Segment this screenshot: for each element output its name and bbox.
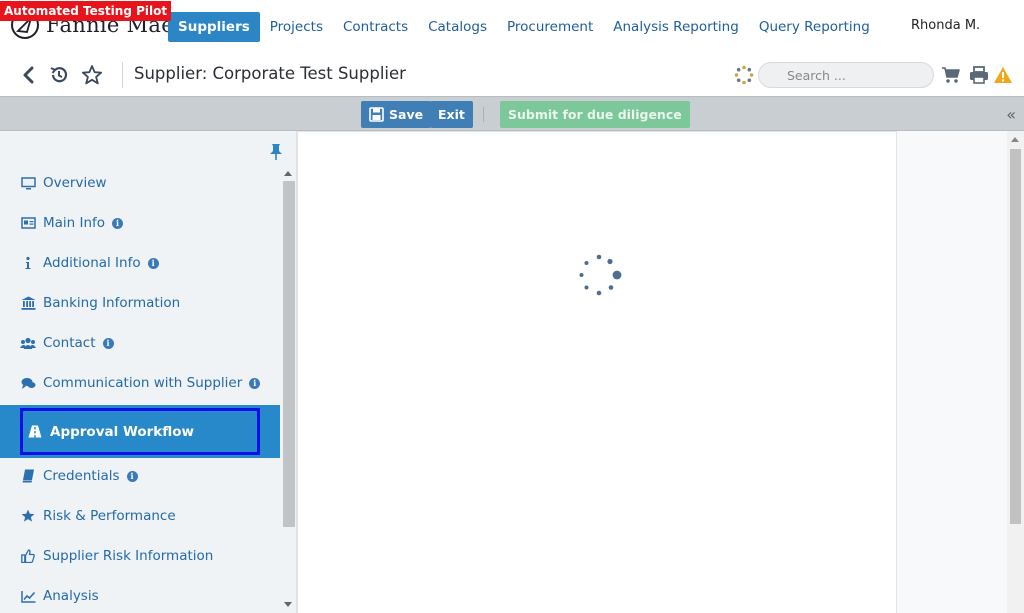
collapse-panel-button[interactable]: «	[1006, 105, 1016, 124]
sidebar-item-label: Analysis	[43, 588, 99, 604]
sidebar-item-credentials[interactable]: Credentials i	[0, 456, 280, 496]
main-content-panel	[297, 131, 897, 613]
history-icon[interactable]	[47, 63, 71, 87]
star-icon[interactable]	[80, 63, 104, 87]
save-icon	[369, 107, 384, 122]
bank-icon	[20, 295, 36, 311]
info-icon[interactable]: i	[112, 217, 124, 229]
sidebar-item-risk-performance[interactable]: Risk & Performance	[0, 496, 280, 536]
sidebar-item-label: Risk & Performance	[43, 508, 176, 524]
sidebar-item-label: Banking Information	[43, 295, 181, 311]
active-item-highlight: Approval Workflow	[20, 408, 260, 455]
info-letter-icon	[20, 255, 36, 271]
header-divider	[122, 62, 123, 88]
scroll-up-arrow[interactable]	[284, 171, 292, 176]
main-scroll-thumb[interactable]	[1010, 149, 1021, 524]
submit-due-diligence-button[interactable]: Submit for due diligence	[500, 101, 690, 128]
chat-icon	[20, 375, 36, 391]
sidebar-item-label: Additional Info	[43, 255, 141, 271]
right-side-panel	[897, 131, 1007, 613]
top-navigation: Automated Testing Pilot Fannie Mae™ Supp…	[0, 0, 1024, 54]
section-sidebar: Overview Main Info i Additional Info i B…	[0, 131, 297, 613]
tab-suppliers[interactable]: Suppliers	[168, 12, 260, 42]
sidebar-item-main-info[interactable]: Main Info i	[0, 203, 280, 243]
testing-badge: Automated Testing Pilot	[0, 1, 172, 21]
exit-button[interactable]: Exit	[430, 101, 473, 128]
id-card-icon	[20, 215, 36, 231]
scroll-down-arrow[interactable]	[284, 602, 292, 607]
loading-spinner-icon	[579, 254, 622, 296]
tab-contracts[interactable]: Contracts	[333, 12, 418, 42]
save-button[interactable]: Save	[361, 101, 432, 128]
nav-tabs: Suppliers Projects Contracts Catalogs Pr…	[168, 12, 880, 42]
page-title: Supplier: Corporate Test Supplier	[134, 64, 406, 83]
sidebar-scrollbar[interactable]	[282, 167, 296, 613]
road-icon	[27, 424, 43, 440]
info-icon[interactable]: i	[147, 257, 159, 269]
info-icon[interactable]: i	[102, 337, 114, 349]
info-icon[interactable]: i	[249, 377, 261, 389]
search-box[interactable]	[758, 62, 934, 88]
sidebar-item-label: Main Info	[43, 215, 106, 231]
sidebar-item-label: Overview	[43, 175, 107, 191]
sidebar-scroll-thumb[interactable]	[283, 181, 295, 527]
sidebar-item-label: Credentials	[43, 468, 120, 484]
tab-catalogs[interactable]: Catalogs	[418, 12, 497, 42]
print-icon[interactable]	[967, 63, 991, 87]
users-icon	[20, 335, 36, 351]
tab-procurement[interactable]: Procurement	[497, 12, 603, 42]
sidebar-item-label: Supplier Risk Information	[43, 548, 214, 564]
toolbar-divider	[483, 107, 484, 122]
sidebar-item-label: Contact	[43, 335, 96, 351]
sidebar-item-contact[interactable]: Contact i	[0, 323, 280, 363]
main-scrollbar[interactable]	[1007, 131, 1024, 613]
book-icon	[20, 468, 36, 484]
sidebar-item-label: Communication with Supplier	[43, 375, 243, 391]
page-header: Supplier: Corporate Test Supplier	[0, 54, 1024, 96]
monitor-icon	[20, 175, 36, 191]
tab-query-reporting[interactable]: Query Reporting	[749, 12, 880, 42]
loading-dots-icon	[732, 63, 756, 87]
sidebar-item-label: Approval Workflow	[50, 423, 195, 440]
star-icon	[20, 508, 36, 524]
tab-projects[interactable]: Projects	[260, 12, 333, 42]
sidebar-item-additional-info[interactable]: Additional Info i	[0, 243, 280, 283]
save-label: Save	[389, 107, 424, 122]
sidebar-item-analysis[interactable]: Analysis	[0, 576, 280, 613]
action-toolbar: Save Exit Submit for due diligence «	[0, 96, 1024, 131]
search-input[interactable]	[787, 67, 917, 83]
sidebar-item-banking-information[interactable]: Banking Information	[0, 283, 280, 323]
tab-analysis-reporting[interactable]: Analysis Reporting	[603, 12, 749, 42]
thumbs-up-icon	[20, 548, 36, 564]
sidebar-item-communication-with-supplier[interactable]: Communication with Supplier i	[0, 363, 280, 403]
scroll-up-arrow[interactable]	[1011, 137, 1019, 142]
sidebar-item-overview[interactable]: Overview	[0, 163, 280, 203]
info-icon[interactable]: i	[126, 470, 138, 482]
warning-icon[interactable]	[991, 63, 1015, 87]
line-chart-icon	[20, 588, 36, 604]
sidebar-item-supplier-risk-information[interactable]: Supplier Risk Information	[0, 536, 280, 576]
sidebar-item-approval-workflow[interactable]: Approval Workflow	[0, 405, 280, 458]
back-icon[interactable]	[17, 63, 41, 87]
pin-icon[interactable]	[268, 143, 284, 161]
cart-icon[interactable]	[939, 63, 963, 87]
user-menu[interactable]: Rhonda M.	[911, 18, 980, 33]
